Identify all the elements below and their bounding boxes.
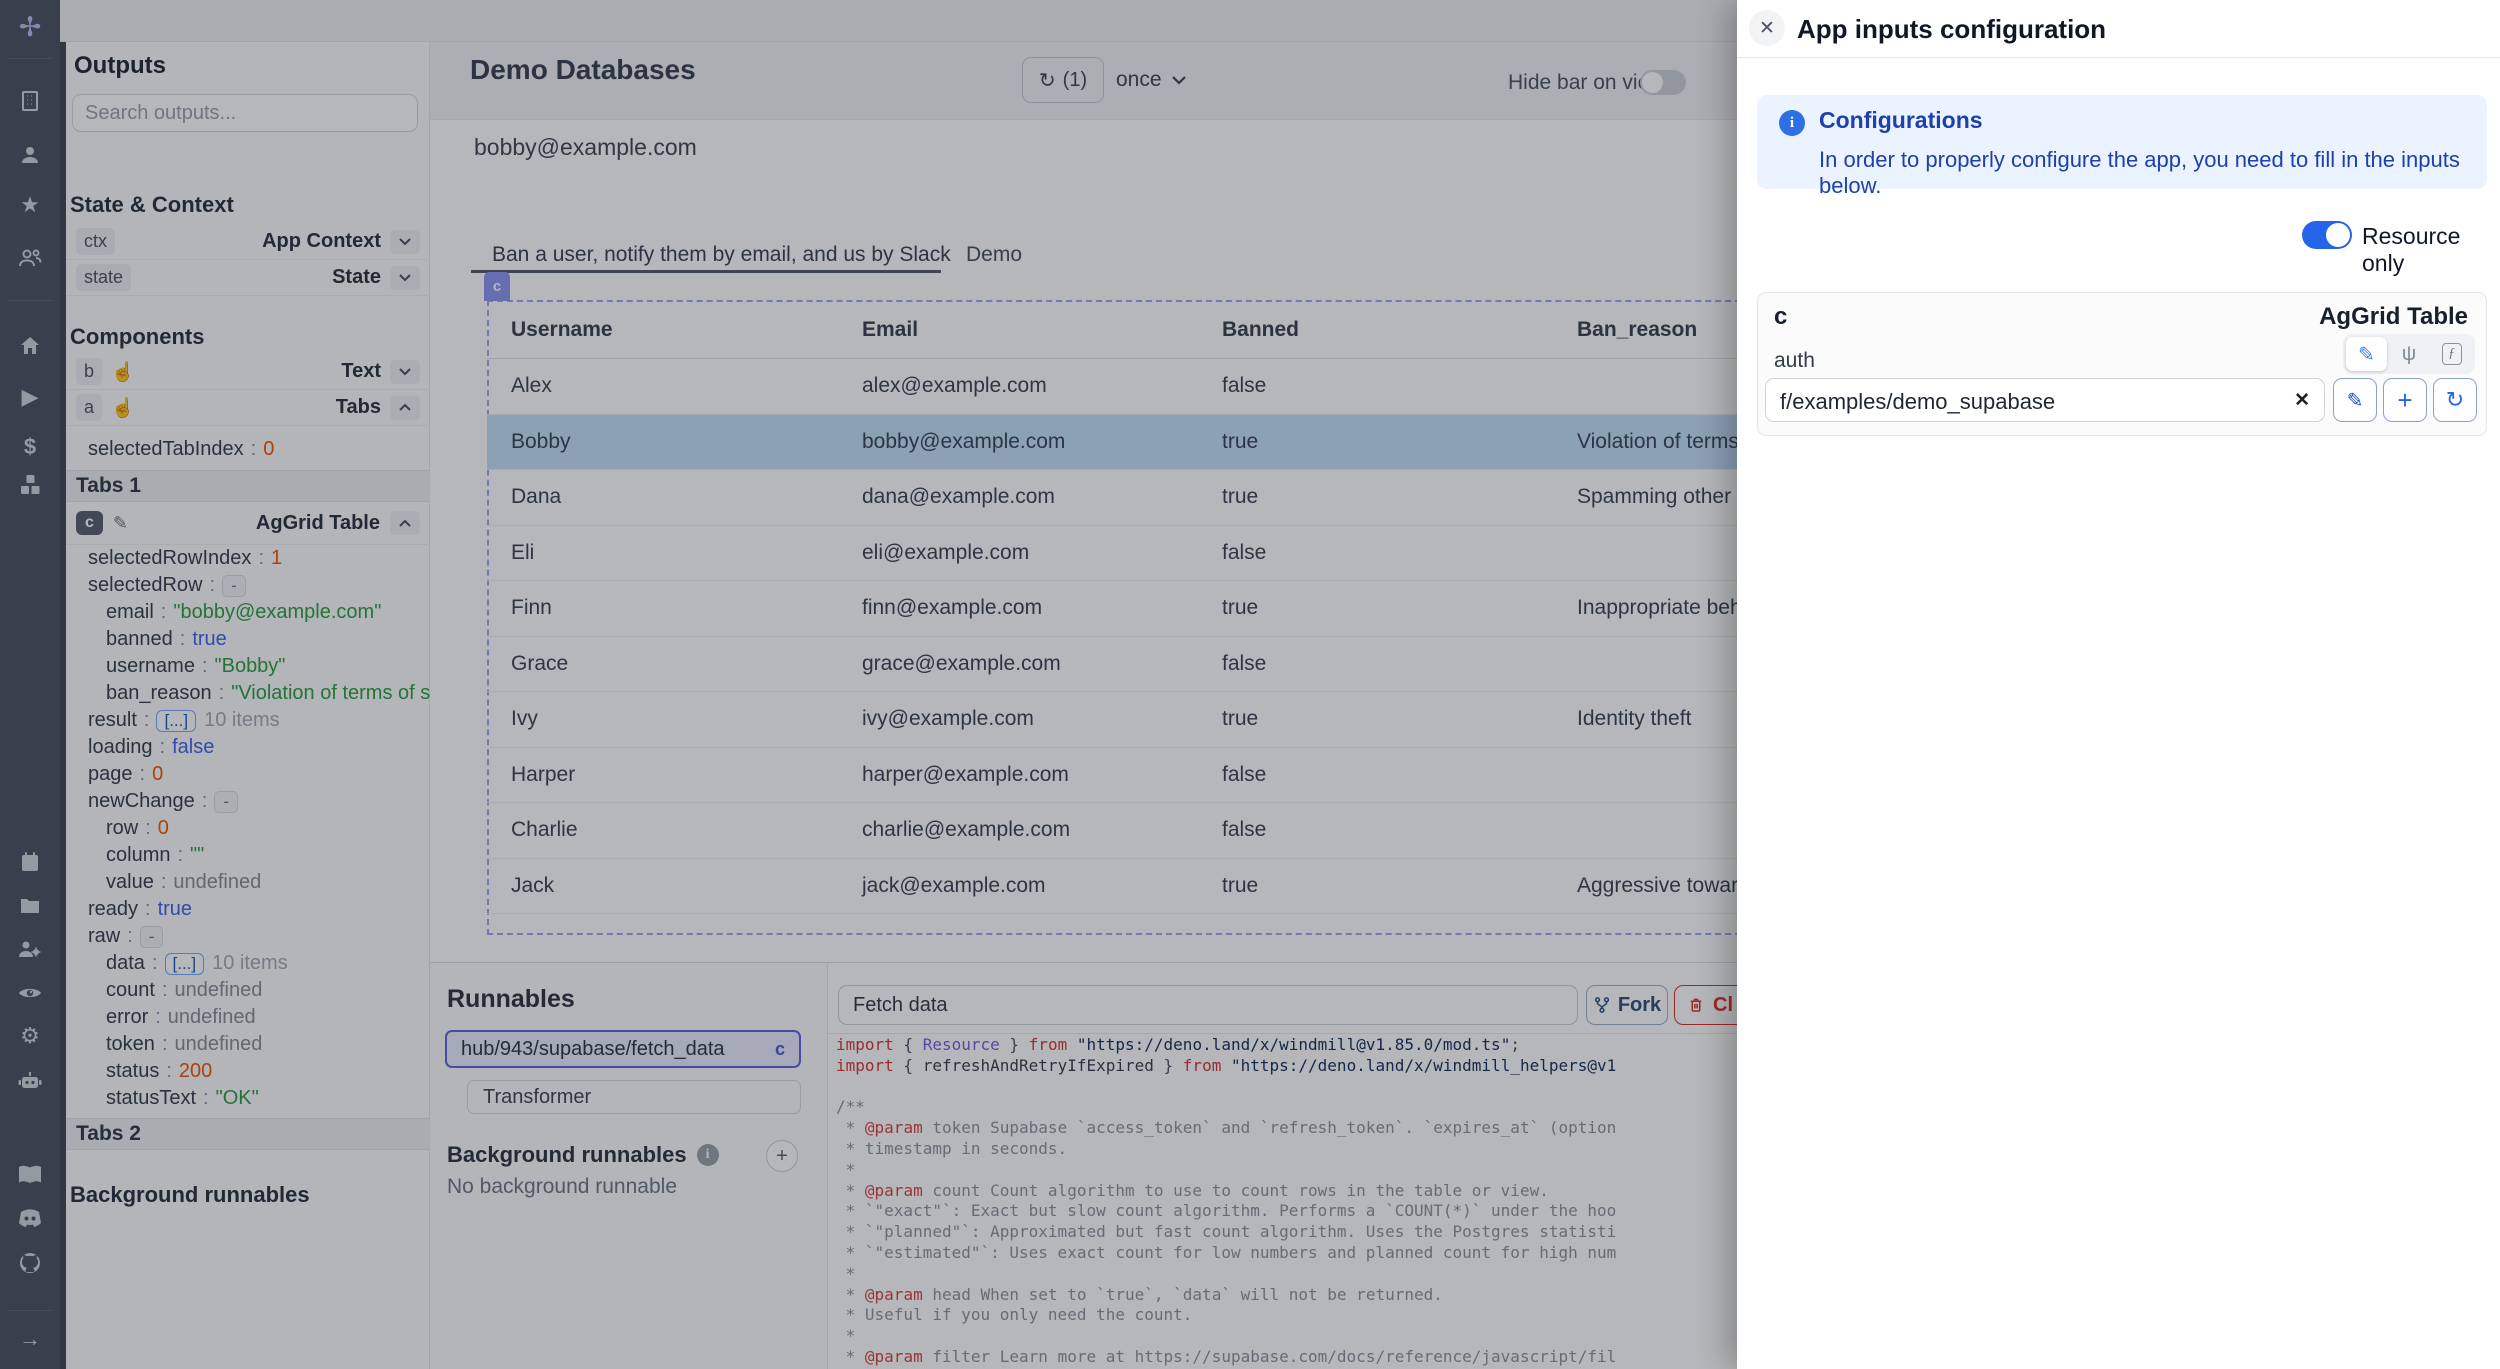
clear-input-icon[interactable]: ✕ xyxy=(2294,389,2310,412)
component-id: c xyxy=(1774,303,1787,331)
modal-dim-overlay[interactable] xyxy=(0,0,1737,1369)
eval-function-icon[interactable]: ƒ xyxy=(2431,337,2472,371)
drawer-divider xyxy=(1737,57,2500,58)
configurations-info-box: i Configurations In order to properly co… xyxy=(1757,95,2487,189)
info-icon: i xyxy=(1779,110,1805,136)
drawer-title: App inputs configuration xyxy=(1797,14,2106,45)
app-inputs-drawer: ✕ App inputs configuration i Configurati… xyxy=(1737,0,2500,1369)
resource-only-label: Resource only xyxy=(2362,223,2500,277)
info-title: Configurations xyxy=(1819,107,1983,134)
component-type: AgGrid Table xyxy=(2319,303,2468,331)
auth-resource-input[interactable]: f/examples/demo_supabase ✕ xyxy=(1765,378,2325,422)
auth-field-label: auth xyxy=(1774,349,1815,373)
auth-resource-value: f/examples/demo_supabase xyxy=(1780,389,2055,415)
info-body: In order to properly configure the app, … xyxy=(1819,147,2487,199)
close-icon[interactable]: ✕ xyxy=(1749,10,1785,46)
input-mode-segmented-control: ✎ ψ ƒ xyxy=(2343,334,2475,374)
edit-resource-button[interactable]: ✎ xyxy=(2333,378,2377,422)
refresh-resource-button[interactable]: ↻ xyxy=(2433,378,2477,422)
add-resource-button[interactable]: + xyxy=(2383,378,2427,422)
static-input-pencil-icon[interactable]: ✎ xyxy=(2346,337,2387,371)
windmill-app-editor: ✢ ★ ▶ $ ⚙ xyxy=(0,0,2500,1369)
connect-plug-icon[interactable]: ψ xyxy=(2389,337,2430,371)
resource-only-toggle[interactable] xyxy=(2302,221,2352,249)
component-input-card: c AgGrid Table ✎ ψ ƒ auth f/examples/dem… xyxy=(1757,292,2487,436)
